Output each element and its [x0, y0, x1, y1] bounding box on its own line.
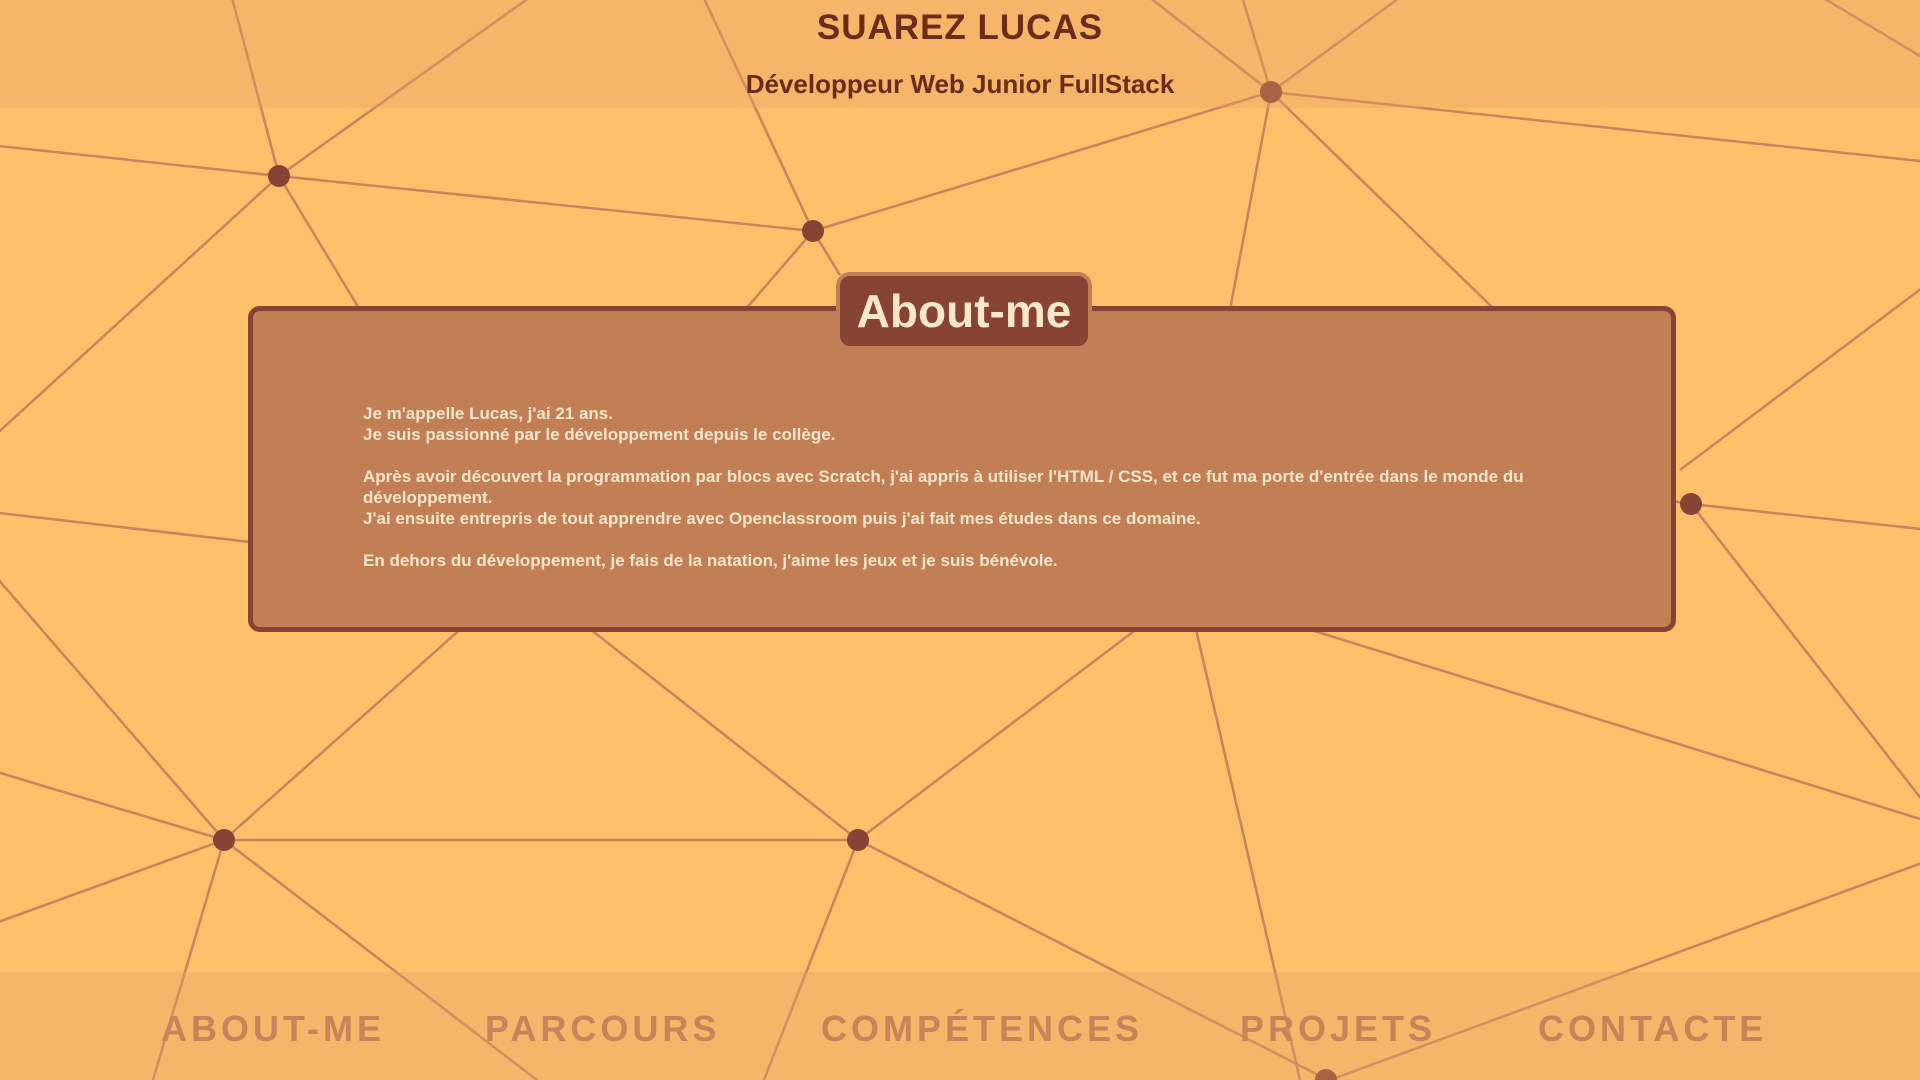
network-line [1690, 503, 1920, 800]
about-line: Après avoir découvert la programmation p… [363, 467, 1524, 507]
about-line: Je m'appelle Lucas, j'ai 21 ans. [363, 404, 613, 423]
main-nav: ABOUT-ME PARCOURS COMPÉTENCES PROJETS CO… [0, 972, 1920, 1080]
network-line [1294, 623, 1920, 821]
about-card: Je m'appelle Lucas, j'ai 21 ans. Je suis… [248, 306, 1676, 632]
site-name: SUAREZ LUCAS [816, 8, 1104, 47]
network-line [0, 175, 280, 433]
network-node [268, 165, 290, 187]
about-line: Je suis passionné par le développement d… [363, 425, 836, 444]
nav-item-projets[interactable]: PROJETS [1240, 1008, 1436, 1050]
network-line [0, 511, 251, 544]
about-paragraph-2: Après avoir découvert la programmation p… [363, 466, 1563, 529]
network-line [1679, 287, 1920, 471]
about-line: En dehors du développement, je fais de l… [363, 551, 1058, 570]
network-line [223, 624, 466, 841]
network-node [213, 829, 235, 851]
network-line [744, 230, 814, 311]
network-node [847, 829, 869, 851]
network-line [1270, 91, 1496, 311]
about-line: J'ai ensuite entrepris de tout apprendre… [363, 509, 1201, 528]
network-line [1690, 502, 1920, 531]
network-line [0, 771, 225, 842]
network-line [812, 90, 1272, 233]
network-line [1228, 91, 1273, 311]
about-paragraph-3: En dehors du développement, je fais de l… [363, 550, 1563, 571]
nav-item-about-me[interactable]: ABOUT-ME [161, 1008, 385, 1050]
network-node [1680, 493, 1702, 515]
about-title: About-me [856, 285, 1072, 337]
site-header: SUAREZ LUCAS Développeur Web Junior Full… [0, 0, 1920, 108]
network-line [0, 144, 280, 178]
about-title-badge: About-me [836, 272, 1092, 350]
network-line [584, 624, 859, 841]
network-line [277, 175, 362, 311]
nav-item-contacte[interactable]: CONTACTE [1538, 1008, 1767, 1050]
network-node [802, 220, 824, 242]
nav-item-competences[interactable]: COMPÉTENCES [821, 1008, 1143, 1050]
nav-item-parcours[interactable]: PARCOURS [485, 1008, 720, 1050]
network-line [0, 579, 225, 841]
about-paragraph-1: Je m'appelle Lucas, j'ai 21 ans. Je suis… [363, 403, 1563, 445]
network-line [857, 624, 1143, 841]
about-text: Je m'appelle Lucas, j'ai 21 ans. Je suis… [363, 403, 1563, 592]
site-subtitle: Développeur Web Junior FullStack [745, 69, 1175, 99]
network-line [278, 174, 814, 233]
network-line [0, 838, 225, 923]
